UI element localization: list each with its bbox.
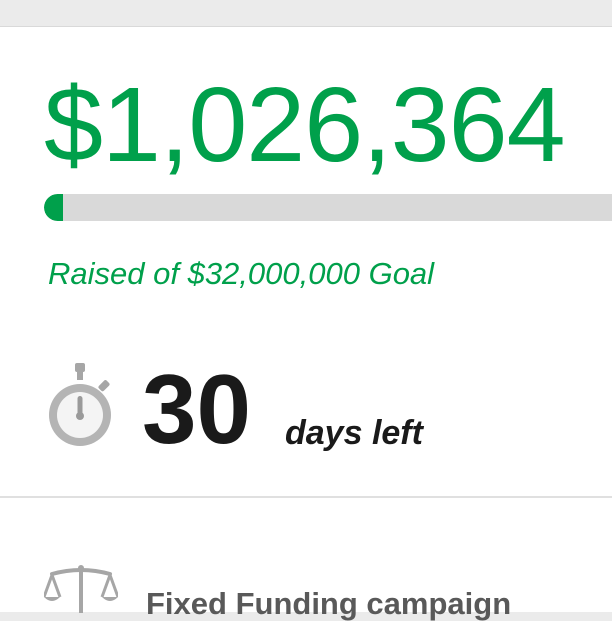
funding-progress-bar (44, 194, 612, 221)
section-divider (0, 496, 612, 498)
raised-amount: $1,026,364 (44, 66, 566, 184)
stopwatch-icon (49, 363, 111, 446)
top-band (0, 0, 612, 27)
funding-type-label: Fixed Funding campaign (146, 586, 512, 621)
scales-icon (44, 565, 118, 613)
goal-text: Raised of $32,000,000 Goal (48, 256, 435, 291)
days-left-number: 30 (142, 354, 252, 464)
days-left-label: days left (285, 414, 423, 452)
